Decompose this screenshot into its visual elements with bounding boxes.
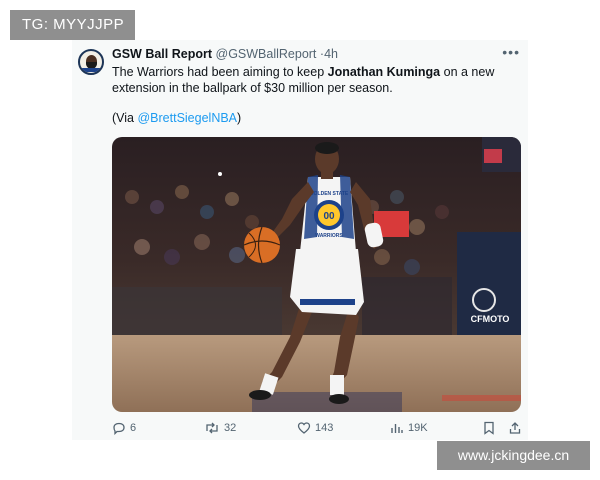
jersey-number: 00: [323, 211, 335, 222]
handle[interactable]: @GSWBallReport: [216, 47, 317, 61]
avatar[interactable]: [78, 49, 104, 75]
mention-link[interactable]: @BrettSiegelNBA: [137, 111, 237, 125]
reply-icon: [113, 422, 125, 435]
retweet-button[interactable]: 32: [204, 421, 236, 435]
via-prefix: (Via: [112, 111, 138, 125]
retweet-count: 32: [224, 422, 237, 434]
heart-icon: [297, 422, 311, 434]
share-icon: [509, 422, 521, 434]
reply-button[interactable]: 6: [112, 421, 136, 435]
tweet-text-bold: Jonathan Kuminga: [327, 65, 441, 79]
tweet-image[interactable]: CFMOTO GOLDEN STATE 00 WARRIORS: [112, 137, 521, 412]
jersey-text: GOLDEN STATE: [310, 191, 349, 197]
tweet-text-start: The Warriors had been aiming to keep: [112, 65, 328, 79]
views-count: 19K: [408, 422, 428, 434]
like-count: 143: [315, 422, 334, 434]
watermark-bottom: www.jckingdee.cn: [437, 441, 590, 470]
basketball-photo: CFMOTO GOLDEN STATE 00 WARRIORS: [112, 137, 521, 412]
bookmark-icon: [484, 421, 494, 435]
tweet-header: GSW Ball Report @GSWBallReport ·4h: [112, 47, 338, 61]
bookmark-button[interactable]: [483, 421, 495, 435]
more-options-icon[interactable]: •••: [502, 44, 520, 60]
tweet-text: The Warriors had been aiming to keep Jon…: [112, 65, 517, 96]
arena-sponsor-text: CFMOTO: [471, 314, 510, 324]
views-button[interactable]: 19K: [390, 421, 428, 435]
share-button[interactable]: [508, 421, 522, 435]
via-suffix: ): [237, 111, 242, 125]
reply-count: 6: [130, 422, 137, 434]
timestamp[interactable]: 4h: [324, 47, 338, 61]
tweet-credit: (Via @BrettSiegelNBA): [112, 111, 241, 125]
tweet-actions: 6 32 143 19K: [112, 421, 526, 437]
views-chart-icon: [391, 424, 403, 433]
jersey-bottom-text: WARRIORS: [315, 233, 343, 239]
watermark-top: TG: MYYJJPP: [10, 10, 135, 40]
retweet-icon: [206, 422, 218, 434]
display-name[interactable]: GSW Ball Report: [112, 47, 212, 61]
like-button[interactable]: 143: [297, 421, 333, 435]
tweet-card[interactable]: GSW Ball Report @GSWBallReport ·4h ••• T…: [72, 40, 528, 440]
